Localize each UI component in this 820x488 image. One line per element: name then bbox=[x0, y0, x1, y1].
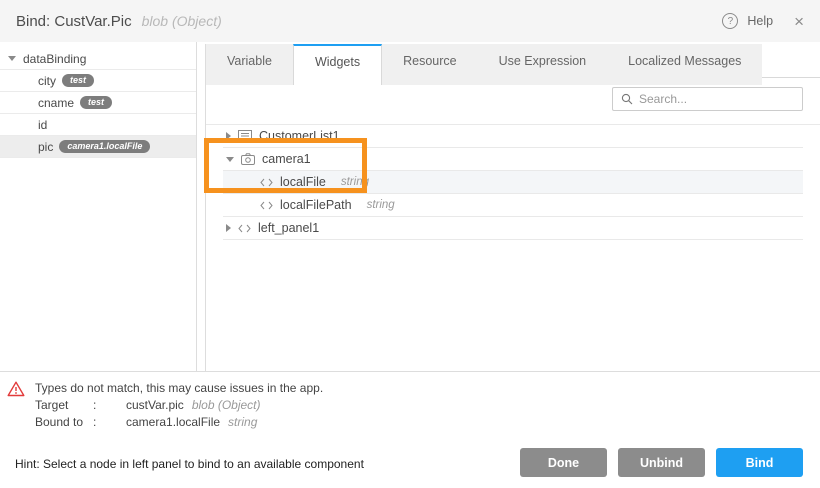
widget-node-label: localFile bbox=[280, 175, 326, 189]
tree-node-pic[interactable]: pic camera1.localFile bbox=[0, 136, 196, 158]
warning-target-row: Target : custVar.pic blob (Object) bbox=[35, 397, 323, 414]
tree-node-label: pic bbox=[38, 140, 53, 154]
warning-bound-type: string bbox=[228, 414, 257, 431]
code-property-icon bbox=[238, 224, 251, 233]
tree-node-label: cname bbox=[38, 96, 74, 110]
target-tree-panel: dataBinding city test cname test id pic … bbox=[0, 42, 197, 372]
widget-node-type: string bbox=[341, 176, 369, 188]
warning-bound-label: Bound to bbox=[35, 414, 93, 431]
bind-dialog: Bind: CustVar.Pic blob (Object) ? Help ×… bbox=[0, 0, 820, 488]
tree-node-databinding[interactable]: dataBinding bbox=[0, 48, 196, 70]
tab-bar: Variable Widgets Resource Use Expression… bbox=[206, 44, 820, 78]
tab-use-expression[interactable]: Use Expression bbox=[478, 44, 608, 78]
warning-bound-row: Bound to : camera1.localFile string bbox=[35, 414, 323, 431]
close-icon[interactable]: × bbox=[794, 13, 804, 30]
dialog-title: Bind: CustVar.Pic bbox=[16, 13, 132, 30]
warning-message: Types do not match, this may cause issue… bbox=[35, 380, 323, 397]
search-icon bbox=[621, 93, 633, 105]
tree-node-label: id bbox=[38, 118, 47, 132]
widget-node-type: string bbox=[367, 199, 395, 211]
hint-text: Hint: Select a node in left panel to bin… bbox=[15, 457, 364, 471]
binding-badge: camera1.localFile bbox=[59, 140, 150, 153]
widget-node-label: CustomerList1 bbox=[259, 129, 340, 143]
widget-tree: CustomerList1 camera1 bbox=[206, 124, 820, 240]
widget-node-label: camera1 bbox=[262, 152, 311, 166]
code-property-icon bbox=[260, 201, 273, 210]
binding-badge: test bbox=[80, 96, 112, 109]
widget-node-customerlist1[interactable]: CustomerList1 bbox=[223, 125, 803, 148]
tree-node-label: city bbox=[38, 74, 56, 88]
tab-variable[interactable]: Variable bbox=[206, 44, 293, 78]
warning-icon bbox=[7, 381, 25, 397]
tree-node-label: dataBinding bbox=[23, 52, 86, 66]
widget-node-localfile[interactable]: localFile string bbox=[223, 171, 803, 194]
tab-resource[interactable]: Resource bbox=[382, 44, 478, 78]
chevron-right-icon[interactable] bbox=[226, 132, 231, 140]
action-buttons: Done Unbind Bind bbox=[520, 448, 803, 477]
tree-node-id[interactable]: id bbox=[0, 114, 196, 136]
search-input[interactable] bbox=[639, 92, 794, 106]
widget-node-label: left_panel1 bbox=[258, 221, 319, 235]
tree-node-city[interactable]: city test bbox=[0, 70, 196, 92]
code-property-icon bbox=[260, 178, 273, 187]
source-panel: Variable Widgets Resource Use Expression… bbox=[205, 44, 820, 372]
chevron-right-icon[interactable] bbox=[226, 224, 231, 232]
widget-node-left-panel1[interactable]: left_panel1 bbox=[223, 217, 803, 240]
widget-node-localfilepath[interactable]: localFilePath string bbox=[223, 194, 803, 217]
tab-localized-messages[interactable]: Localized Messages bbox=[607, 44, 762, 78]
dialog-header: Bind: CustVar.Pic blob (Object) ? Help × bbox=[0, 0, 820, 42]
help-link[interactable]: Help bbox=[747, 14, 773, 28]
warning-target-value: custVar.pic bbox=[126, 397, 184, 414]
warning-target-label: Target bbox=[35, 397, 93, 414]
tab-widgets[interactable]: Widgets bbox=[293, 44, 382, 85]
help-icon[interactable]: ? bbox=[722, 13, 738, 29]
warning-target-type: blob (Object) bbox=[192, 397, 261, 414]
type-mismatch-warning: Types do not match, this may cause issue… bbox=[7, 380, 323, 431]
widget-node-label: localFilePath bbox=[280, 198, 352, 212]
camera-widget-icon bbox=[241, 153, 255, 165]
list-widget-icon bbox=[238, 130, 252, 142]
dialog-title-type: blob (Object) bbox=[142, 13, 222, 29]
widget-node-camera1[interactable]: camera1 bbox=[223, 148, 803, 171]
warning-bound-value: camera1.localFile bbox=[126, 414, 220, 431]
unbind-button[interactable]: Unbind bbox=[618, 448, 705, 477]
horizontal-divider bbox=[0, 371, 820, 372]
binding-badge: test bbox=[62, 74, 94, 87]
tree-node-cname[interactable]: cname test bbox=[0, 92, 196, 114]
search-box[interactable] bbox=[612, 87, 803, 111]
done-button[interactable]: Done bbox=[520, 448, 607, 477]
chevron-down-icon[interactable] bbox=[226, 157, 234, 162]
chevron-down-icon[interactable] bbox=[8, 56, 16, 61]
bind-button[interactable]: Bind bbox=[716, 448, 803, 477]
